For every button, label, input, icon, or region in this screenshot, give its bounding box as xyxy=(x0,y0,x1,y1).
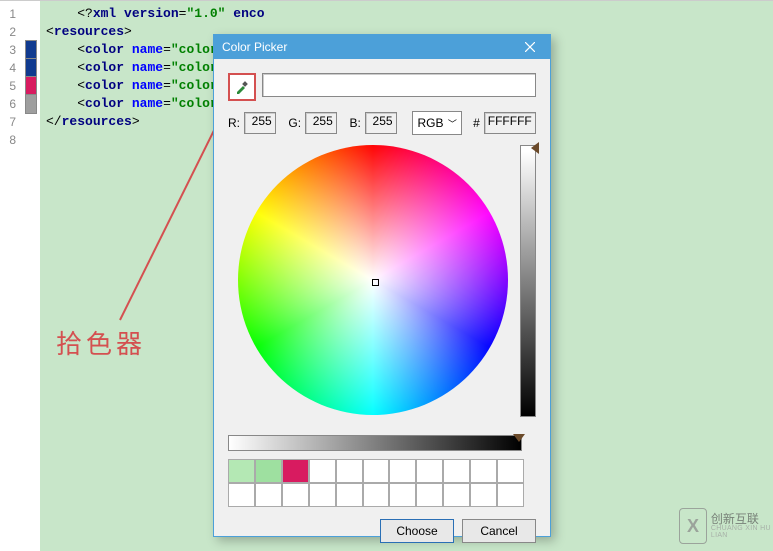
mode-value: RGB xyxy=(417,116,443,130)
color-swatch[interactable] xyxy=(497,459,524,483)
color-marker xyxy=(22,5,40,23)
hex-prefix: # xyxy=(473,116,480,130)
chevron-down-icon: ﹀ xyxy=(448,117,457,130)
close-button[interactable] xyxy=(510,35,550,59)
color-preview-input[interactable] xyxy=(262,73,536,97)
saturation-handle[interactable] xyxy=(513,434,525,442)
line-number: 2 xyxy=(0,23,22,41)
close-icon xyxy=(525,42,535,52)
color-swatch[interactable] xyxy=(416,459,443,483)
color-swatch[interactable] xyxy=(470,483,497,507)
line-number: 3 xyxy=(0,41,22,59)
color-marker xyxy=(22,113,40,131)
color-picker-dialog: Color Picker R: 255 G: 255 B: 255 xyxy=(213,34,551,537)
b-input[interactable]: 255 xyxy=(365,112,397,134)
color-swatch[interactable] xyxy=(470,459,497,483)
watermark-text: 创新互联 xyxy=(711,513,771,525)
color-marker xyxy=(22,131,40,149)
color-swatch[interactable] xyxy=(389,459,416,483)
watermark: X 创新互联 CHUANG XIN HU LIAN xyxy=(679,507,771,545)
color-swatch[interactable] xyxy=(497,483,524,507)
r-label: R: xyxy=(228,116,240,130)
watermark-logo-icon: X xyxy=(679,508,707,544)
line-number: 4 xyxy=(0,59,22,77)
color-swatch[interactable] xyxy=(443,483,470,507)
color-swatch[interactable] xyxy=(282,483,309,507)
g-input[interactable]: 255 xyxy=(305,112,337,134)
annotation-label: 拾色器 xyxy=(56,324,146,361)
hex-input[interactable]: FFFFFF xyxy=(484,112,536,134)
choose-button[interactable]: Choose xyxy=(380,519,454,543)
r-input[interactable]: 255 xyxy=(244,112,276,134)
line-number-gutter: 12345678 xyxy=(0,1,22,551)
marker-gutter xyxy=(22,1,40,551)
code-line[interactable]: <?xml version="1.0" enco xyxy=(46,5,773,23)
swatch-palette xyxy=(228,459,524,507)
watermark-subtext: CHUANG XIN HU LIAN xyxy=(711,525,771,539)
line-number: 7 xyxy=(0,113,22,131)
color-marker[interactable] xyxy=(22,77,40,95)
color-marker xyxy=(22,23,40,41)
color-swatch[interactable] xyxy=(255,483,282,507)
color-swatch[interactable] xyxy=(336,483,363,507)
color-marker[interactable] xyxy=(22,95,40,113)
b-label: B: xyxy=(350,116,361,130)
color-swatch[interactable] xyxy=(309,483,336,507)
line-number: 6 xyxy=(0,95,22,113)
eyedropper-button[interactable] xyxy=(228,73,256,101)
color-swatch[interactable] xyxy=(443,459,470,483)
color-swatch[interactable] xyxy=(255,459,282,483)
color-marker[interactable] xyxy=(22,59,40,77)
color-swatch[interactable] xyxy=(282,459,309,483)
color-swatch[interactable] xyxy=(228,483,255,507)
color-swatch[interactable] xyxy=(309,459,336,483)
dialog-titlebar[interactable]: Color Picker xyxy=(214,35,550,59)
saturation-bar[interactable] xyxy=(228,435,522,451)
color-swatch[interactable] xyxy=(363,483,390,507)
color-swatch[interactable] xyxy=(228,459,255,483)
color-mode-select[interactable]: RGB ﹀ xyxy=(412,111,461,135)
color-swatch[interactable] xyxy=(416,483,443,507)
brightness-handle[interactable] xyxy=(531,142,539,154)
color-swatch[interactable] xyxy=(363,459,390,483)
dialog-title: Color Picker xyxy=(222,40,287,54)
color-swatch[interactable] xyxy=(389,483,416,507)
eyedropper-icon xyxy=(234,79,250,95)
color-swatch[interactable] xyxy=(336,459,363,483)
wheel-cursor[interactable] xyxy=(372,279,379,286)
line-number: 5 xyxy=(0,77,22,95)
cancel-button[interactable]: Cancel xyxy=(462,519,536,543)
color-marker[interactable] xyxy=(22,41,40,59)
line-number: 8 xyxy=(0,131,22,149)
g-label: G: xyxy=(288,116,301,130)
brightness-slider[interactable] xyxy=(520,145,536,417)
line-number: 1 xyxy=(0,5,22,23)
